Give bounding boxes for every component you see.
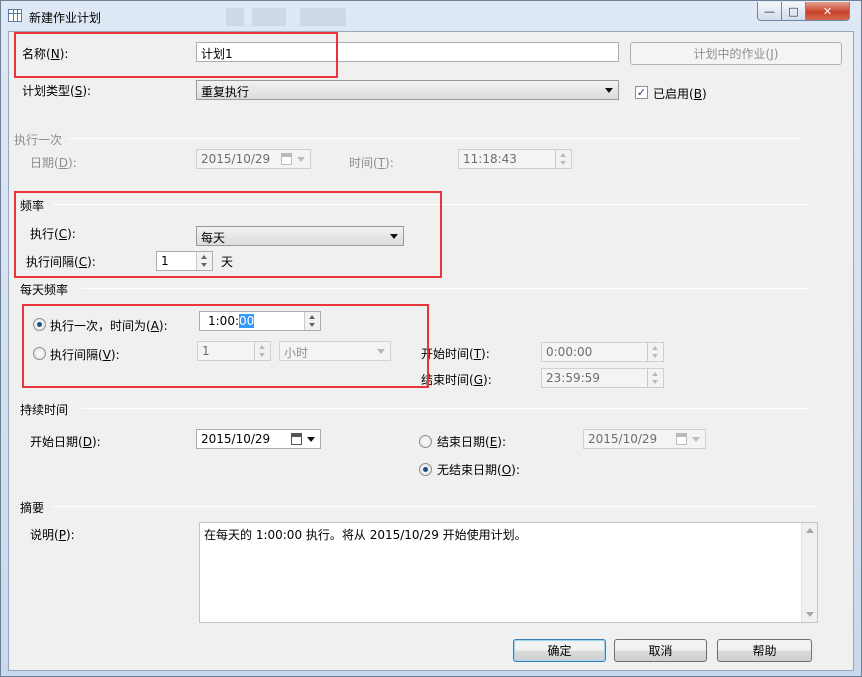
calendar-icon [281, 153, 292, 165]
spin-arrows-icon[interactable] [304, 312, 320, 330]
summary-section-divider [53, 506, 816, 507]
chevron-down-icon [692, 437, 700, 442]
start-date-label: 开始日期(D): [30, 435, 101, 449]
duration-section-title: 持续时间 [20, 403, 69, 417]
daily-every-unit-select[interactable]: 小时 [279, 341, 391, 361]
once-time-input[interactable]: 11:18:43 [458, 149, 572, 169]
end-date-label: 结束日期(E): [437, 435, 507, 449]
daily-end-time-label: 结束时间(G): [421, 373, 492, 387]
end-date-picker[interactable]: 2015/10/29 [583, 429, 706, 449]
name-input[interactable]: 计划1 [196, 42, 619, 62]
no-end-date-label: 无结束日期(O): [437, 463, 520, 477]
daily-section-divider [81, 288, 808, 289]
description-textarea[interactable]: 在每天的 1:00:00 执行。将从 2015/10/29 开始使用计划。 [199, 522, 818, 623]
schedule-type-select[interactable]: 重复执行 [196, 80, 619, 100]
duration-section-divider [81, 408, 808, 409]
spin-arrows-icon[interactable] [196, 252, 212, 270]
calendar-icon [291, 433, 302, 445]
selected-text: 00 [239, 314, 255, 328]
once-date-label: 日期(D): [30, 156, 77, 170]
help-button[interactable]: 帮助 [717, 639, 812, 662]
chevron-down-icon [307, 437, 315, 442]
chevron-down-icon [390, 234, 398, 239]
dialog-window: 新建作业计划 — □ ✕ 名称(N): 计划1 计划中的作业(J) 计划类型(S… [0, 0, 862, 677]
end-date-radio[interactable] [419, 435, 432, 448]
frequency-run-label: 执行(C): [30, 227, 76, 241]
daily-end-time-input[interactable]: 23:59:59 [541, 368, 664, 388]
daily-every-label: 执行间隔(V): [50, 348, 120, 362]
daily-once-radio[interactable] [33, 318, 46, 331]
spin-arrows-icon[interactable] [254, 342, 270, 360]
chevron-down-icon [297, 157, 305, 162]
spin-arrows-icon[interactable] [647, 369, 663, 387]
minimize-button[interactable]: — [757, 2, 782, 21]
close-button[interactable]: ✕ [805, 2, 850, 21]
frequency-interval-label: 执行间隔(C): [26, 255, 96, 269]
cancel-button[interactable]: 取消 [614, 639, 707, 662]
start-date-picker[interactable]: 2015/10/29 [196, 429, 321, 449]
maximize-button[interactable]: □ [781, 2, 806, 21]
frequency-interval-stepper[interactable]: 1 [156, 251, 213, 271]
no-end-date-radio[interactable] [419, 463, 432, 476]
frequency-section-title: 频率 [20, 199, 45, 213]
daily-start-time-label: 开始时间(T): [421, 347, 490, 361]
daily-start-time-input[interactable]: 0:00:00 [541, 342, 664, 362]
close-icon: ✕ [822, 4, 833, 18]
daily-every-stepper[interactable]: 1 [197, 341, 271, 361]
once-date-picker[interactable]: 2015/10/29 [196, 149, 311, 169]
enabled-label: 已启用(B) [653, 87, 707, 101]
summary-section-title: 摘要 [20, 501, 45, 515]
window-title: 新建作业计划 [29, 11, 102, 25]
dialog-body: 名称(N): 计划1 计划中的作业(J) 计划类型(S): 重复执行 ✓ 已启用… [8, 31, 854, 671]
daily-every-radio[interactable] [33, 347, 46, 360]
ok-button[interactable]: 确定 [513, 639, 606, 662]
calendar-icon [676, 433, 687, 445]
spin-arrows-icon[interactable] [647, 343, 663, 361]
daily-section-title: 每天频率 [20, 283, 69, 297]
chevron-down-icon [377, 349, 385, 354]
minimize-icon: — [764, 4, 775, 18]
schedule-type-label: 计划类型(S): [22, 84, 92, 98]
background-toolbar-ghost [226, 8, 346, 26]
once-section-title: 执行一次 [14, 133, 63, 147]
frequency-run-select[interactable]: 每天 [196, 226, 404, 246]
maximize-icon: □ [788, 4, 799, 18]
daily-once-time-input[interactable]: 1:00:00 [199, 311, 321, 331]
name-label: 名称(N): [22, 47, 69, 61]
jobs-in-schedule-button[interactable]: 计划中的作业(J) [630, 42, 842, 65]
schedule-app-icon [8, 9, 22, 22]
daily-once-label: 执行一次，时间为(A): [50, 319, 168, 333]
checkmark-icon: ✓ [636, 86, 647, 99]
once-time-label: 时间(T): [349, 156, 394, 170]
spin-arrows-icon[interactable] [555, 150, 571, 168]
enabled-checkbox[interactable]: ✓ [635, 86, 648, 99]
frequency-interval-unit: 天 [221, 255, 234, 269]
description-scrollbar[interactable] [801, 523, 817, 622]
frequency-section-divider [53, 204, 808, 205]
once-section-divider [69, 138, 802, 139]
description-label: 说明(P): [30, 528, 75, 542]
chevron-down-icon [605, 88, 613, 93]
title-bar[interactable]: 新建作业计划 — □ ✕ [1, 1, 861, 31]
